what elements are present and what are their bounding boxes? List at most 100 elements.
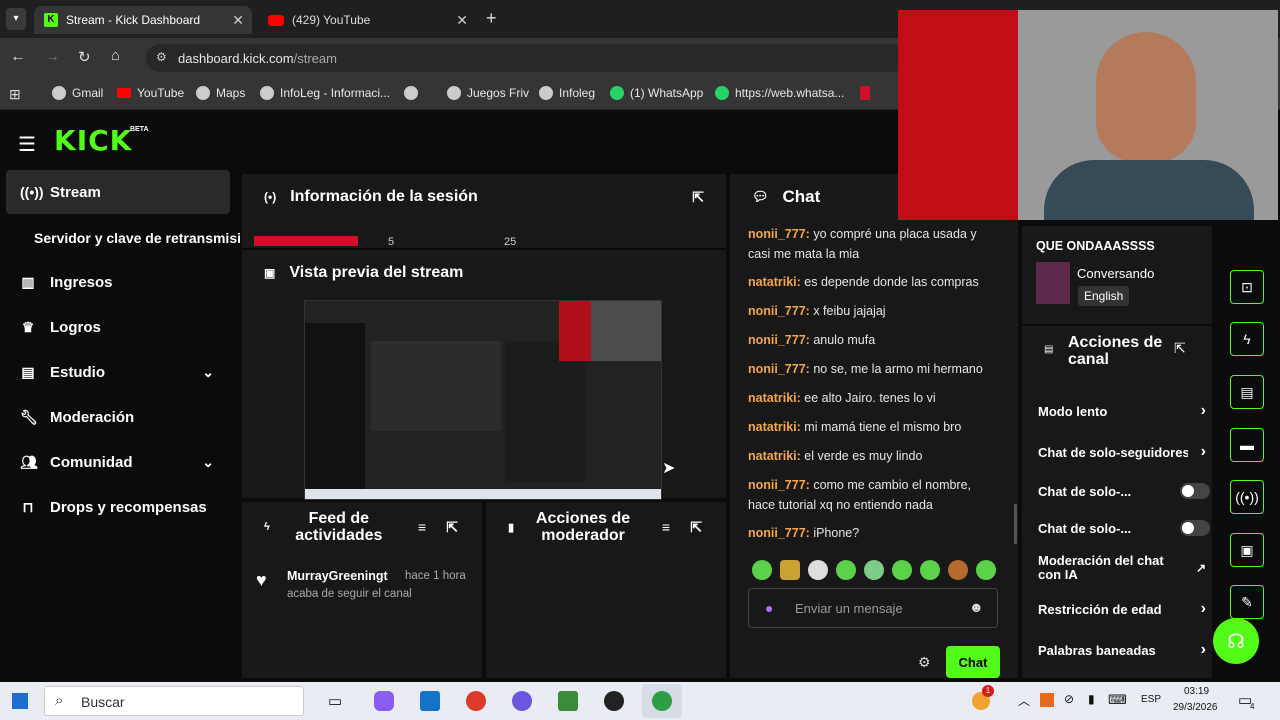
tab-search-button[interactable]: ▾ <box>6 8 26 30</box>
outlook-icon[interactable] <box>420 691 440 711</box>
chat-username[interactable]: nonii_777: <box>748 333 810 347</box>
emote-icon[interactable] <box>836 560 856 580</box>
new-tab-button[interactable]: + <box>486 8 497 29</box>
chat-username[interactable]: natatriki: <box>748 420 801 434</box>
layout-icon[interactable]: ▣ <box>1230 533 1264 567</box>
chat-username[interactable]: natatriki: <box>748 449 801 463</box>
age-restriction-button[interactable]: Restricción de edad › <box>1038 594 1210 624</box>
bookmark-whatsapp-web[interactable]: https://web.whatsa... <box>715 86 844 100</box>
forward-icon[interactable]: → <box>44 48 60 66</box>
chat-settings-icon[interactable]: ⚙ <box>918 654 931 671</box>
screenshot-icon[interactable]: ⊡ <box>1230 270 1264 304</box>
stream-preview-video[interactable] <box>304 300 662 500</box>
windows-start-icon[interactable] <box>12 693 28 709</box>
network-icon[interactable]: ⊘ <box>1064 692 1074 706</box>
bookmark-juegos-friv[interactable]: Juegos Friv <box>447 86 529 100</box>
emoji-icon[interactable]: ☻ <box>969 599 984 615</box>
chrome-icon[interactable] <box>466 691 486 711</box>
followers-only-button[interactable]: Chat de solo-seguidores › <box>1038 437 1210 467</box>
sidebar-item-server-key[interactable]: Servidor y clave de retransmisión <box>20 216 240 260</box>
obs-icon[interactable] <box>604 691 624 711</box>
tray-chevron-up-icon[interactable]: ︿ <box>1018 692 1030 709</box>
chat-username[interactable]: nonii_777: <box>748 478 810 492</box>
tab-kick-dashboard[interactable]: K Stream - Kick Dashboard ✕ <box>34 6 252 34</box>
expand-icon[interactable]: ⇱ <box>1174 340 1186 357</box>
emote-icon[interactable] <box>948 560 968 580</box>
filter-icon[interactable]: ≡ <box>662 519 670 535</box>
category-thumbnail[interactable] <box>1036 262 1070 304</box>
emote-icon[interactable] <box>808 560 828 580</box>
clock-time[interactable]: 03:19 <box>1184 686 1209 697</box>
chat-username[interactable]: natatriki: <box>748 391 801 405</box>
sidebar-item-logros[interactable]: ♛ Logros <box>6 305 230 349</box>
slow-mode-button[interactable]: Modo lento › <box>1038 396 1210 426</box>
chat-username[interactable]: nonii_777: <box>748 227 810 241</box>
support-headset-button[interactable]: ☊ <box>1213 618 1259 664</box>
expand-icon[interactable]: ⇱ <box>692 189 704 206</box>
chat-username[interactable]: nonii_777: <box>748 362 810 376</box>
home-icon[interactable]: ⌂ <box>111 47 120 64</box>
bookmark-unnamed[interactable] <box>404 86 418 100</box>
clock-date[interactable]: 29/3/2026 <box>1173 702 1218 713</box>
emote-icon[interactable] <box>892 560 912 580</box>
filter-icon[interactable]: ≡ <box>418 519 426 535</box>
reload-icon[interactable]: ↻ <box>78 48 91 66</box>
chat-input[interactable]: ● Enviar un mensaje ☻ <box>748 588 998 628</box>
stream-category[interactable]: Conversando <box>1077 266 1154 281</box>
apps-grid-icon[interactable]: ⊞ <box>9 86 21 103</box>
emote-icon[interactable] <box>920 560 940 580</box>
tab-youtube[interactable]: (429) YouTube ✕ <box>258 6 476 34</box>
tab-close-icon[interactable]: ✕ <box>232 12 244 29</box>
bookmark-infoleg[interactable]: InfoLeg - Informaci... <box>260 86 390 100</box>
bookmark-maps[interactable]: Maps <box>196 86 245 100</box>
sidebar-item-moderacion[interactable]: 🔧︎ Moderación <box>6 395 230 439</box>
sidebar-item-drops[interactable]: ⊓ Drops y recompensas <box>6 485 230 529</box>
bookmark-whatsapp[interactable]: (1) WhatsApp <box>610 86 703 100</box>
back-icon[interactable]: ← <box>10 48 26 66</box>
toggle-switch[interactable] <box>1180 483 1210 499</box>
taskbar-search[interactable]: ⌕ Buscar <box>44 686 304 716</box>
microphone-icon[interactable]: ● <box>765 600 773 616</box>
url-field[interactable]: ⚙ dashboard.kick.com/stream <box>146 44 906 72</box>
discord-icon[interactable] <box>512 691 532 711</box>
tab-close-icon[interactable]: ✕ <box>456 12 468 29</box>
expand-icon[interactable]: ⇱ <box>446 519 458 536</box>
sidebar-item-stream[interactable]: ((•)) Stream <box>6 170 230 214</box>
emote-icon[interactable] <box>864 560 884 580</box>
toggle-switch[interactable] <box>1180 520 1210 536</box>
chat-username[interactable]: nonii_777: <box>748 304 810 318</box>
chat-username[interactable]: nonii_777: <box>748 526 810 540</box>
chat-username[interactable]: natatriki: <box>748 275 801 289</box>
bookmark-youtube[interactable]: YouTube <box>117 86 184 100</box>
bookmark-gmail[interactable]: Gmail <box>52 86 103 100</box>
microphone-icon[interactable]: ▮ <box>1088 692 1095 706</box>
sidebar-item-ingresos[interactable]: ▥ Ingresos <box>6 260 230 304</box>
chat-scrollbar[interactable] <box>1014 504 1017 544</box>
notes-icon[interactable]: ▤ <box>1230 375 1264 409</box>
banned-words-button[interactable]: Palabras baneadas › <box>1038 635 1210 665</box>
task-view-icon[interactable]: ▭ <box>328 692 342 710</box>
wrench-icon[interactable]: ✎ <box>1230 585 1264 619</box>
chrome-active-icon[interactable] <box>642 684 682 718</box>
app-icon[interactable] <box>558 691 578 711</box>
menu-hamburger-icon[interactable]: ☰ <box>18 132 36 157</box>
emote-icon[interactable] <box>976 560 996 580</box>
lightning-icon[interactable]: ϟ <box>1230 322 1264 356</box>
tray-app-icon[interactable] <box>1040 693 1054 707</box>
copilot-icon[interactable] <box>374 691 394 711</box>
bookmark-infoleg-2[interactable]: Infoleg <box>539 86 595 100</box>
feed-user[interactable]: MurrayGreeningt <box>287 569 388 583</box>
bookmark-red[interactable] <box>860 86 870 100</box>
emote-icon[interactable] <box>752 560 772 580</box>
expand-icon[interactable]: ⇱ <box>690 519 702 536</box>
kick-logo[interactable]: KICK <box>54 124 132 157</box>
keyboard-icon[interactable]: ⌨ <box>1108 692 1127 708</box>
sidebar-item-estudio[interactable]: ▤ Estudio ⌄ <box>6 350 230 394</box>
site-info-icon[interactable]: ⚙ <box>156 50 167 64</box>
ai-moderation-button[interactable]: Moderación del chat con IA ↗ <box>1038 548 1210 588</box>
chat-send-button[interactable]: Chat <box>946 646 1000 678</box>
language-indicator[interactable]: ESP <box>1141 694 1161 705</box>
emote-icon[interactable] <box>780 560 800 580</box>
broadcast-icon[interactable]: ((•)) <box>1230 480 1264 514</box>
sidebar-item-comunidad[interactable]: 👥︎ Comunidad ⌄ <box>6 440 230 484</box>
